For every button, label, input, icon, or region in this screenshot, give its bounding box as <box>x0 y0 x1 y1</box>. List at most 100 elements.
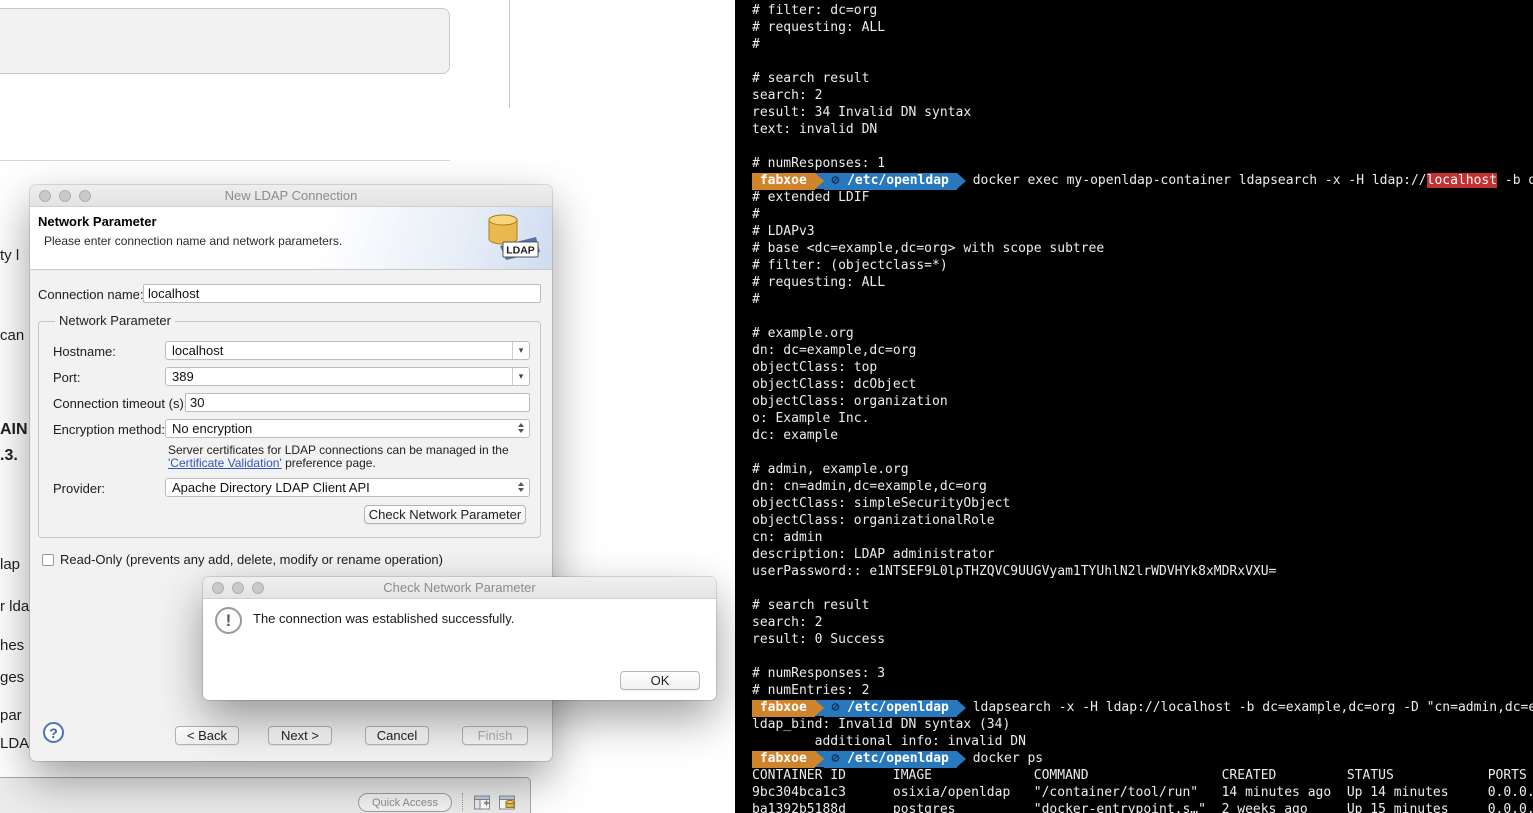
chevron-down-icon: ▾ <box>512 368 529 385</box>
stepper-icons <box>518 423 524 433</box>
read-only-checkbox[interactable] <box>42 554 54 566</box>
terminal-prompt-line: fabxoe ⊘ /etc/openldap docker exec my-op… <box>752 173 1533 190</box>
svg-text:LDAP: LDAP <box>506 245 535 257</box>
terminal-prompt-line: fabxoe ⊘ /etc/openldap ldapsearch -x -H … <box>752 700 1533 717</box>
encryption-method-label: Encryption method: <box>53 422 166 437</box>
toolbar-separator <box>462 793 463 811</box>
hostname-combo[interactable]: localhost ▾ <box>165 341 530 360</box>
terminal-output-line: text: invalid DN <box>752 122 878 137</box>
check-network-parameter-button[interactable]: Check Network Parameter <box>364 505 526 524</box>
stepper-icons <box>518 482 524 492</box>
terminal-command: docker ps <box>972 751 1044 766</box>
terminal-output-line: userPassword:: e1NTSEF9L0lpTHZQVC9UUGVya… <box>752 564 1277 579</box>
dialog-title: Check Network Parameter <box>383 580 536 595</box>
powerline-arrow-icon <box>956 751 966 767</box>
next-button[interactable]: Next > <box>268 726 332 745</box>
timeout-label: Connection timeout (s): <box>53 396 188 411</box>
connection-name-input[interactable] <box>143 284 541 303</box>
powerline-arrow-icon <box>956 173 966 189</box>
finish-button: Finish <box>462 726 528 745</box>
terminal-output-line: # base <dc=example,dc=org> with scope su… <box>752 241 1105 256</box>
group-label: Network Parameter <box>55 313 175 328</box>
certificate-validation-link[interactable]: 'Certificate Validation' <box>168 456 282 470</box>
dialog-titlebar[interactable]: Check Network Parameter <box>203 577 716 599</box>
terminal-output-line: objectClass: top <box>752 360 878 375</box>
hostname-label: Hostname: <box>53 344 116 359</box>
timeout-input[interactable] <box>185 393 530 412</box>
quick-access-button[interactable]: Quick Access <box>358 793 452 812</box>
provider-select[interactable]: Apache Directory LDAP Client API <box>165 478 530 497</box>
terminal-output-line: search: 2 <box>752 88 823 103</box>
prompt-path-segment: ⊘ /etc/openldap <box>823 173 957 190</box>
terminal-output-line: o: Example Inc. <box>752 411 870 426</box>
terminal-output-line: dn: cn=admin,dc=example,dc=org <box>752 479 987 494</box>
highlighted-token: localhost <box>1426 173 1498 188</box>
terminal-command: docker exec my-openldap-container ldapse… <box>972 173 1533 188</box>
certificate-note-line2: 'Certificate Validation' preference page… <box>168 456 376 470</box>
ldap-perspective-icon[interactable] <box>498 794 516 811</box>
help-button[interactable]: ? <box>43 722 64 743</box>
background-text-fragment: can <box>0 327 25 344</box>
powerline-arrow-icon <box>814 751 824 767</box>
terminal-output-line: objectClass: simpleSecurityObject <box>752 496 1011 511</box>
port-combo[interactable]: 389 ▾ <box>165 367 530 386</box>
background-text-fragment: AIN <box>0 421 28 438</box>
terminal-output-line: # filter: dc=org <box>752 3 878 18</box>
terminal-output-line: additional info: invalid DN <box>752 734 1026 749</box>
port-label: Port: <box>53 370 81 385</box>
prompt-user-segment: fabxoe <box>752 700 815 717</box>
editor-divider <box>509 0 510 108</box>
background-text-fragment: .3. <box>0 447 18 464</box>
dialog-title: New LDAP Connection <box>224 188 358 203</box>
terminal-output-line: # requesting: ALL <box>752 20 886 35</box>
prompt-path-segment: ⊘ /etc/openldap <box>823 751 957 768</box>
background-text-fragment: ty l <box>0 247 20 264</box>
terminal-output-line: # <box>752 37 760 52</box>
terminal-output-line: # <box>752 207 760 222</box>
background-text-fragment: LDA <box>0 735 30 752</box>
terminal-output-line: # example.org <box>752 326 854 341</box>
background-text-fragment: ges <box>0 669 25 686</box>
eclipse-collapsed-pane <box>0 8 450 74</box>
prompt-path-segment: ⊘ /etc/openldap <box>823 700 957 717</box>
powerline-arrow-icon <box>956 700 966 716</box>
terminal-output-line: # search result <box>752 71 870 86</box>
terminal-output-line: # <box>752 292 760 307</box>
terminal-output-line: objectClass: dcObject <box>752 377 917 392</box>
terminal-output-line: result: 34 Invalid DN syntax <box>752 105 972 120</box>
background-text-fragment: hes <box>0 637 25 654</box>
wizard-step-subtitle: Please enter connection name and network… <box>44 234 343 248</box>
prompt-user-segment: fabxoe <box>752 173 815 190</box>
powerline-arrow-icon <box>814 700 824 716</box>
terminal-output-line: # LDAPv3 <box>752 224 815 239</box>
terminal-output-line: # search result <box>752 598 870 613</box>
pane-divider <box>0 160 450 161</box>
terminal-output: # filter: dc=org # requesting: ALL # # sea… <box>752 3 1533 813</box>
eclipse-toolbar: Quick Access <box>0 777 531 813</box>
wizard-step-title: Network Parameter <box>38 214 157 229</box>
powerline-arrow-icon <box>814 173 824 189</box>
open-perspective-icon[interactable] <box>473 794 491 811</box>
prompt-status-icon: ⊘ <box>823 173 848 188</box>
back-button[interactable]: < Back <box>175 726 239 745</box>
cancel-button[interactable]: Cancel <box>365 726 429 745</box>
terminal-output-line: objectClass: organizationalRole <box>752 513 995 528</box>
encryption-method-select[interactable]: No encryption <box>165 419 530 438</box>
ok-button[interactable]: OK <box>620 671 700 690</box>
provider-label: Provider: <box>53 481 106 496</box>
terminal-output-line: # numResponses: 3 <box>752 666 886 681</box>
dialog-titlebar[interactable]: New LDAP Connection <box>30 185 552 207</box>
terminal-window[interactable]: # filter: dc=org # requesting: ALL # # sea… <box>735 0 1533 813</box>
terminal-output-line: cn: admin <box>752 530 823 545</box>
terminal-prompt-line: fabxoe ⊘ /etc/openldap docker ps <box>752 751 1533 768</box>
wizard-header: Network Parameter Please enter connectio… <box>30 207 552 270</box>
terminal-output-line: description: LDAP administrator <box>752 547 995 562</box>
prompt-status-icon: ⊘ <box>823 700 848 715</box>
connection-name-label: Connection name: <box>38 287 144 302</box>
background-text-fragment: par <box>0 707 22 724</box>
check-network-parameter-dialog: Check Network Parameter ! The connection… <box>203 577 716 700</box>
chevron-down-icon: ▾ <box>512 342 529 359</box>
